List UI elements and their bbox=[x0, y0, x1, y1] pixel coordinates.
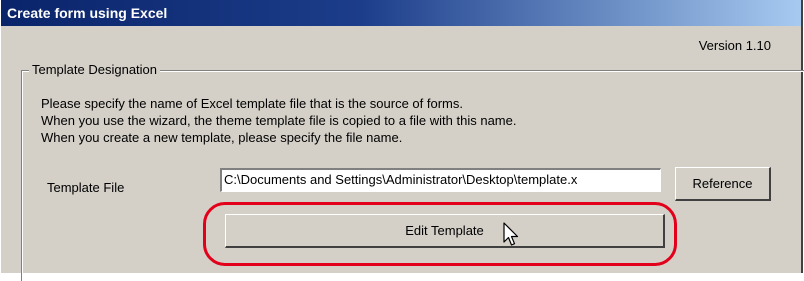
description-line-3: When you create a new template, please s… bbox=[41, 130, 403, 145]
template-file-input[interactable]: C:\Documents and Settings\Administrator\… bbox=[220, 168, 661, 192]
reference-button[interactable]: Reference bbox=[675, 167, 771, 201]
version-label: Version 1.10 bbox=[698, 38, 771, 53]
group-legend: Template Designation bbox=[29, 62, 161, 77]
template-file-label: Template File bbox=[47, 180, 125, 195]
description-line-1: Please specify the name of Excel templat… bbox=[41, 96, 463, 111]
highlight-ring bbox=[203, 202, 677, 266]
description-line-2: When you use the wizard, the theme templ… bbox=[41, 113, 517, 128]
title-bar: Create form using Excel bbox=[1, 0, 801, 26]
arrow-cursor-icon bbox=[503, 222, 519, 246]
